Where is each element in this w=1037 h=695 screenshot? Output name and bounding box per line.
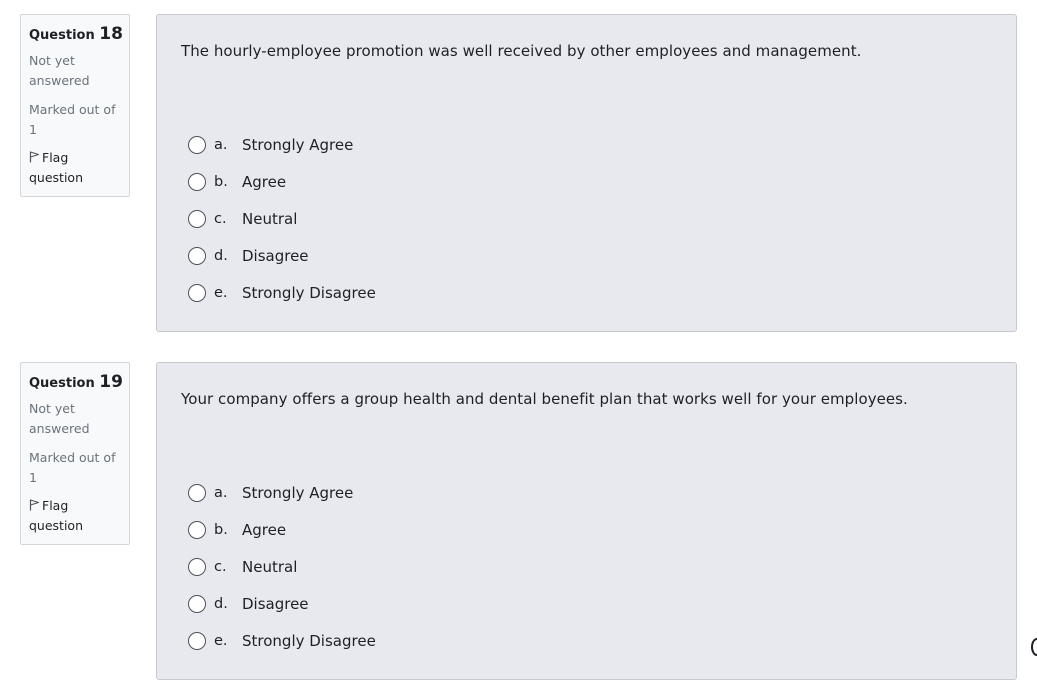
answer-option-c[interactable]: c. Neutral	[188, 200, 376, 237]
radio-unchecked-icon[interactable]	[188, 135, 206, 154]
answer-option-b[interactable]: b. Agree	[188, 163, 376, 200]
answer-option-b[interactable]: b. Agree	[188, 511, 376, 548]
flag-icon	[29, 151, 40, 163]
option-letter: c.	[214, 558, 227, 575]
option-letter: e.	[214, 632, 228, 649]
question-title-prefix: Question	[29, 376, 95, 391]
question-grade: Marked out of 1	[29, 450, 116, 485]
answer-option-d[interactable]: d. Disagree	[188, 585, 376, 622]
question-text: Your company offers a group health and d…	[181, 390, 908, 408]
radio-unchecked-icon[interactable]	[188, 483, 206, 502]
answer-option-a[interactable]: a. Strongly Agree	[188, 474, 376, 511]
radio-unchecked-icon[interactable]	[188, 631, 206, 650]
flag-question-link[interactable]: Flag question	[29, 148, 121, 188]
option-letter: e.	[214, 284, 228, 301]
answer-option-e[interactable]: e. Strongly Disagree	[188, 622, 376, 659]
option-label[interactable]: Neutral	[242, 558, 297, 576]
answer-options: a. Strongly Agree b. Agree c. Neutral d.…	[188, 474, 376, 659]
question-title: Question 19	[29, 371, 123, 393]
radio-unchecked-icon[interactable]	[188, 209, 206, 228]
question-info-panel: Question 18 Not yet answered Marked out …	[20, 14, 130, 197]
option-letter: b.	[214, 521, 228, 538]
flag-question-link[interactable]: Flag question	[29, 496, 121, 536]
question-title-prefix: Question	[29, 28, 95, 43]
option-letter: c.	[214, 210, 227, 227]
question-number: 18	[99, 24, 123, 44]
option-label[interactable]: Strongly Disagree	[242, 284, 376, 302]
answer-option-d[interactable]: d. Disagree	[188, 237, 376, 274]
option-letter: a.	[214, 484, 228, 501]
option-letter: a.	[214, 136, 228, 153]
radio-unchecked-icon[interactable]	[188, 594, 206, 613]
radio-unchecked-icon[interactable]	[188, 557, 206, 576]
question-state: Not yet answered	[29, 53, 90, 88]
answer-options: a. Strongly Agree b. Agree c. Neutral d.…	[188, 126, 376, 311]
option-label[interactable]: Disagree	[242, 595, 309, 613]
question-grade: Marked out of 1	[29, 102, 116, 137]
question-info-panel: Question 19 Not yet answered Marked out …	[20, 362, 130, 545]
option-letter: d.	[214, 595, 228, 612]
question-formulation: Your company offers a group health and d…	[156, 362, 1017, 680]
answer-option-c[interactable]: c. Neutral	[188, 548, 376, 585]
flag-icon	[29, 499, 40, 511]
option-label[interactable]: Strongly Disagree	[242, 632, 376, 650]
question-title: Question 18	[29, 23, 123, 45]
option-label[interactable]: Neutral	[242, 210, 297, 228]
option-label[interactable]: Strongly Agree	[242, 484, 353, 502]
answer-option-e[interactable]: e. Strongly Disagree	[188, 274, 376, 311]
question-formulation: The hourly-employee promotion was well r…	[156, 14, 1017, 332]
question-text: The hourly-employee promotion was well r…	[181, 42, 862, 60]
radio-unchecked-icon[interactable]	[188, 520, 206, 539]
option-label[interactable]: Agree	[242, 173, 286, 191]
radio-unchecked-icon[interactable]	[188, 283, 206, 302]
question-state: Not yet answered	[29, 401, 90, 436]
option-label[interactable]: Agree	[242, 521, 286, 539]
question-number: 19	[99, 372, 123, 392]
partial-radio-edge	[1031, 638, 1037, 656]
option-label[interactable]: Strongly Agree	[242, 136, 353, 154]
radio-unchecked-icon[interactable]	[188, 246, 206, 265]
option-letter: b.	[214, 173, 228, 190]
option-letter: d.	[214, 247, 228, 264]
radio-unchecked-icon[interactable]	[188, 172, 206, 191]
option-label[interactable]: Disagree	[242, 247, 309, 265]
answer-option-a[interactable]: a. Strongly Agree	[188, 126, 376, 163]
